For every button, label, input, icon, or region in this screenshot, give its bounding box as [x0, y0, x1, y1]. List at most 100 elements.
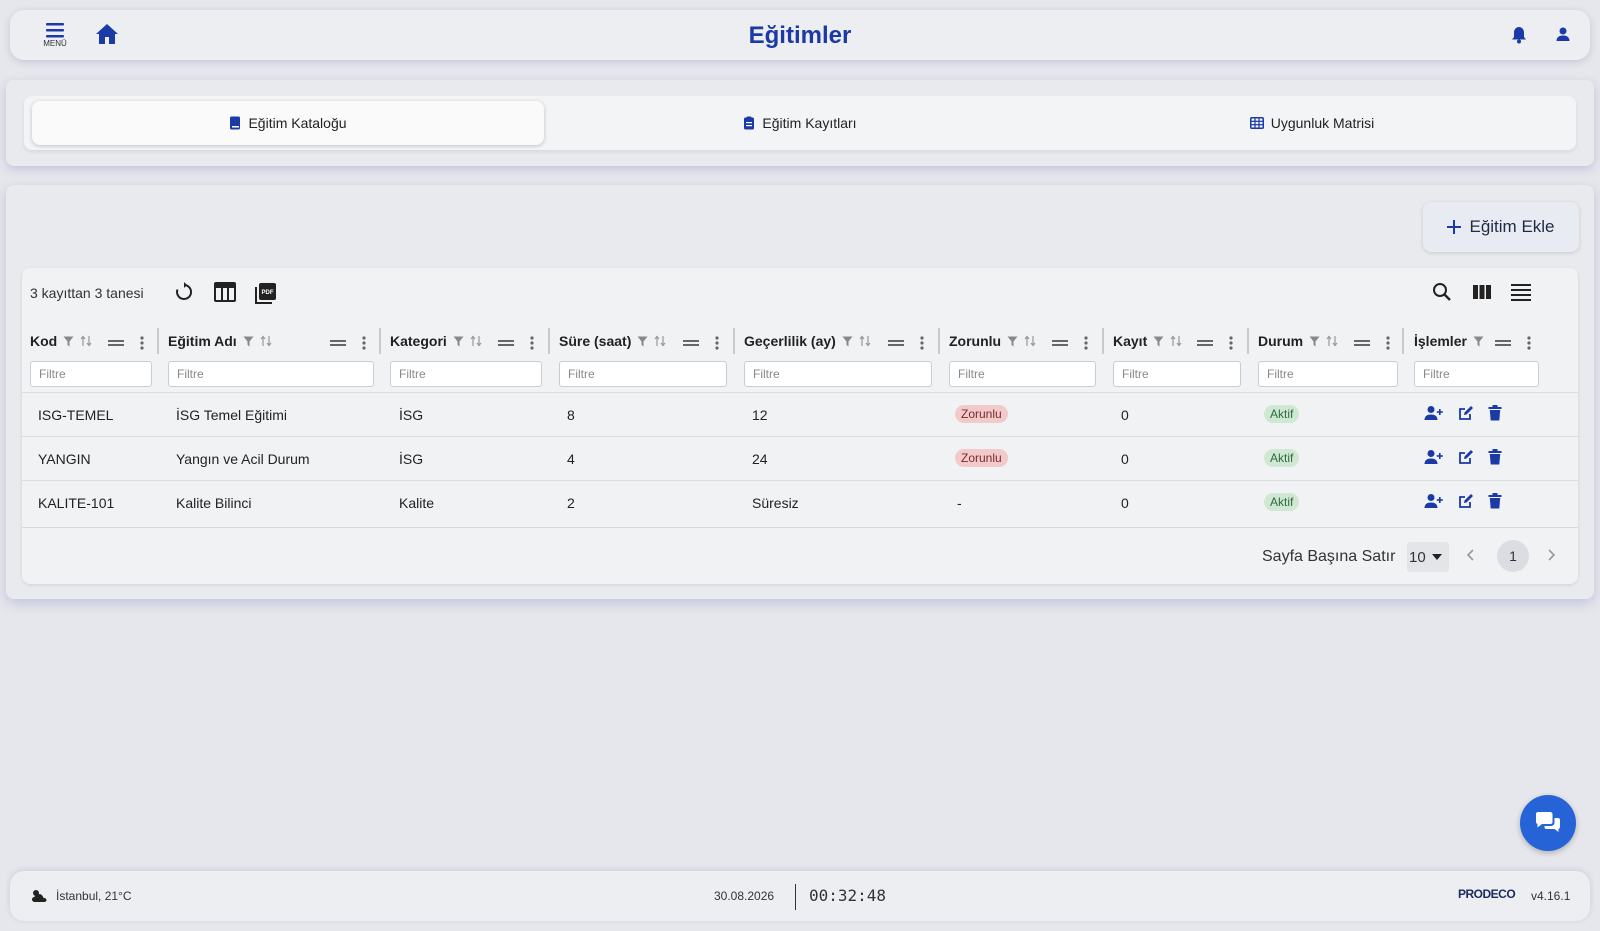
drag-handle-icon[interactable]: [683, 338, 699, 348]
drag-handle-icon[interactable]: [108, 338, 124, 348]
notifications-button[interactable]: [1510, 26, 1528, 49]
filter-input-kayit[interactable]: [1113, 361, 1241, 387]
column-resize-handle[interactable]: [733, 328, 735, 354]
edit-button[interactable]: [1458, 405, 1474, 426]
drag-handle-icon[interactable]: [1197, 338, 1213, 348]
column-header-label: Kayıt: [1113, 333, 1148, 349]
column-header-islemler[interactable]: İşlemler: [1414, 330, 1484, 352]
previous-page-button[interactable]: [1466, 548, 1476, 567]
more-vertical-icon[interactable]: [1084, 336, 1088, 350]
filter-input-gecerlilik[interactable]: [744, 361, 932, 387]
column-header-sure[interactable]: Süre (saat): [559, 330, 666, 352]
delete-button[interactable]: [1488, 493, 1502, 514]
sort-icon[interactable]: [1170, 335, 1182, 347]
filter-icon[interactable]: [637, 336, 648, 347]
column-resize-handle[interactable]: [938, 328, 940, 354]
column-header-kod[interactable]: Kod: [30, 330, 92, 352]
more-vertical-icon[interactable]: [1527, 336, 1531, 350]
enroll-user-button[interactable]: [1424, 493, 1444, 514]
column-header-gecerlilik[interactable]: Geçerlilik (ay): [744, 330, 871, 352]
delete-button[interactable]: [1488, 405, 1502, 426]
chat-button[interactable]: [1520, 795, 1576, 851]
status-badge: Aktif: [1264, 449, 1300, 467]
filter-input-durum[interactable]: [1258, 361, 1398, 387]
sort-icon[interactable]: [654, 335, 666, 347]
enroll-user-button[interactable]: [1424, 405, 1444, 426]
sort-icon[interactable]: [1326, 335, 1338, 347]
filter-input-kod[interactable]: [30, 361, 152, 387]
add-training-button[interactable]: Eğitim Ekle: [1423, 202, 1579, 252]
filter-input-egitim-adi[interactable]: [168, 361, 374, 387]
page-number-button[interactable]: 1: [1497, 540, 1529, 572]
menu-button[interactable]: MENÜ: [40, 22, 70, 48]
filter-icon[interactable]: [1473, 336, 1484, 347]
column-resize-handle[interactable]: [548, 328, 550, 354]
filter-icon[interactable]: [1153, 336, 1164, 347]
column-header-zorunlu[interactable]: Zorunlu: [949, 330, 1036, 352]
column-resize-handle[interactable]: [1102, 328, 1104, 354]
tab-label: Eğitim Kayıtları: [762, 115, 857, 131]
tab-uygunluk-matrisi[interactable]: Uygunluk Matrisi: [1056, 101, 1568, 145]
filter-input-islemler[interactable]: [1414, 361, 1539, 387]
table-row[interactable]: KALITE-101 Kalite Bilinci Kalite 2 Süresiz - 0…: [22, 480, 1578, 524]
user-button[interactable]: [1555, 26, 1571, 47]
sort-icon[interactable]: [470, 335, 482, 347]
drag-handle-icon[interactable]: [330, 338, 346, 348]
table-row[interactable]: YANGIN Yangın ve Acil Durum İSG 4 24 Zorunlu 0…: [22, 436, 1578, 480]
drag-handle-icon[interactable]: [1495, 338, 1511, 348]
more-vertical-icon[interactable]: [715, 336, 719, 350]
hamburger-icon: [46, 23, 64, 38]
column-resize-handle[interactable]: [379, 328, 381, 354]
filter-icon[interactable]: [1007, 336, 1018, 347]
sort-icon[interactable]: [859, 335, 871, 347]
add-training-label: Eğitim Ekle: [1469, 217, 1555, 236]
export-pdf-button[interactable]: PDF: [255, 282, 277, 309]
search-button[interactable]: [1432, 282, 1452, 307]
columns-button[interactable]: [1472, 282, 1492, 307]
filter-icon[interactable]: [1309, 336, 1320, 347]
export-table-button[interactable]: [214, 282, 236, 307]
column-resize-handle[interactable]: [1247, 328, 1249, 354]
column-resize-handle[interactable]: [1402, 328, 1404, 354]
filter-icon[interactable]: [63, 336, 74, 347]
more-vertical-icon[interactable]: [362, 336, 366, 350]
filter-input-sure[interactable]: [559, 361, 727, 387]
rows-per-page-select[interactable]: 10: [1407, 542, 1449, 572]
tab-egitim-kayitlari[interactable]: Eğitim Kayıtları: [544, 101, 1056, 145]
next-page-button[interactable]: [1546, 548, 1556, 567]
table-row[interactable]: ISG-TEMEL İSG Temel Eğitimi İSG 8 12 Zorunlu 0…: [22, 392, 1578, 436]
more-vertical-icon[interactable]: [1229, 336, 1233, 350]
home-button[interactable]: [94, 22, 120, 51]
drag-handle-icon[interactable]: [1354, 338, 1370, 348]
more-vertical-icon[interactable]: [140, 336, 144, 350]
more-vertical-icon[interactable]: [530, 336, 534, 350]
edit-button[interactable]: [1458, 449, 1474, 470]
filter-input-kategori[interactable]: [390, 361, 542, 387]
tab-egitim-katalogu[interactable]: Eğitim Kataloğu: [32, 101, 544, 145]
column-header-kategori[interactable]: Kategori: [390, 330, 482, 352]
delete-button[interactable]: [1488, 449, 1502, 470]
column-header-kayit[interactable]: Kayıt: [1113, 330, 1182, 352]
edit-button[interactable]: [1458, 493, 1474, 514]
column-resize-handle[interactable]: [157, 328, 159, 354]
drag-handle-icon[interactable]: [498, 338, 514, 348]
column-menu-controls: [498, 336, 534, 350]
column-header-durum[interactable]: Durum: [1258, 330, 1338, 352]
refresh-button[interactable]: [174, 282, 194, 307]
density-button[interactable]: [1510, 282, 1532, 307]
drag-handle-icon[interactable]: [888, 338, 904, 348]
more-vertical-icon[interactable]: [1386, 336, 1390, 350]
enroll-user-button[interactable]: [1424, 449, 1444, 470]
filter-icon[interactable]: [453, 336, 464, 347]
column-header-egitim-adi[interactable]: Eğitim Adı: [168, 330, 272, 352]
sort-icon[interactable]: [260, 335, 272, 347]
user-plus-icon: [1424, 450, 1443, 464]
filter-input-zorunlu[interactable]: [949, 361, 1096, 387]
sort-icon[interactable]: [1024, 335, 1036, 347]
pdf-icon: PDF: [255, 283, 276, 304]
filter-icon[interactable]: [243, 336, 254, 347]
drag-handle-icon[interactable]: [1052, 338, 1068, 348]
sort-icon[interactable]: [80, 335, 92, 347]
filter-icon[interactable]: [842, 336, 853, 347]
more-vertical-icon[interactable]: [920, 336, 924, 350]
